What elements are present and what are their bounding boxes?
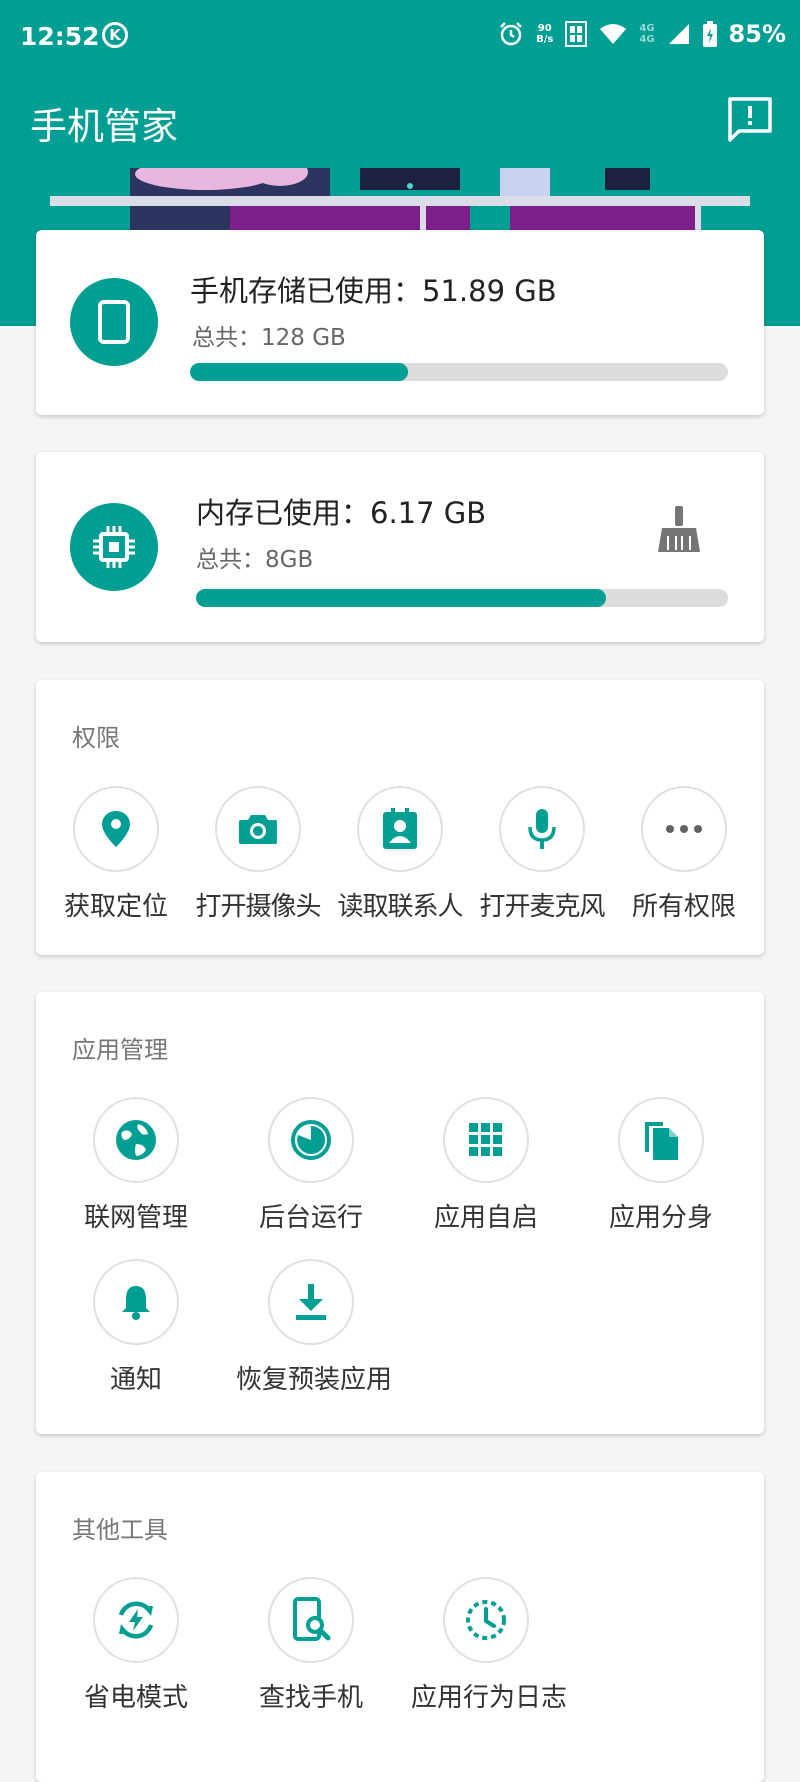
tool-find-phone[interactable]: 查找手机 bbox=[236, 1577, 386, 1714]
permission-contacts-label: 读取联系人 bbox=[337, 892, 463, 922]
storage-progress-fill bbox=[190, 363, 408, 381]
tool-find-phone-label: 查找手机 bbox=[258, 1683, 363, 1713]
copy-icon bbox=[645, 1122, 678, 1160]
memory-card[interactable]: 内存已使用：6.17 GB 总共：8GB bbox=[36, 452, 764, 642]
battery-icon bbox=[702, 21, 717, 47]
network-type: 4G 4G bbox=[639, 23, 655, 45]
clean-memory-button[interactable] bbox=[656, 504, 706, 554]
tool-activity-log-label: 应用行为日志 bbox=[411, 1683, 568, 1713]
status-time: 12:52 bbox=[20, 22, 100, 51]
feedback-button[interactable] bbox=[725, 95, 775, 145]
app-autostart[interactable]: 应用自启 bbox=[411, 1097, 561, 1234]
app-network-management[interactable]: 联网管理 bbox=[61, 1097, 211, 1234]
pie-icon bbox=[291, 1120, 331, 1160]
other-tools-title: 其他工具 bbox=[72, 1516, 168, 1544]
app-clone[interactable]: 应用分身 bbox=[586, 1097, 736, 1234]
chip-icon bbox=[93, 526, 135, 568]
memory-icon-circle bbox=[70, 503, 158, 591]
status-bar: 12:52 K 90 B/s 4G 4G 85% bbox=[0, 0, 800, 76]
storage-progress-bar bbox=[190, 363, 728, 381]
storage-card[interactable]: 手机存储已使用：51.89 GB 总共：128 GB bbox=[36, 230, 764, 415]
app-management-title: 应用管理 bbox=[72, 1036, 168, 1064]
memory-progress-bar bbox=[196, 589, 728, 607]
permission-location-label: 获取定位 bbox=[63, 892, 168, 922]
other-tools-card: 其他工具 省电模式 查找手机 应用行为日志 bbox=[36, 1472, 764, 1782]
permission-all[interactable]: 所有权限 bbox=[609, 786, 759, 923]
permission-camera-label: 打开摄像头 bbox=[195, 892, 321, 922]
permission-location[interactable]: 获取定位 bbox=[41, 786, 191, 923]
microphone-icon bbox=[528, 809, 556, 849]
permissions-card: 权限 获取定位 打开摄像头 读取联系人 打开麦克风 所有权限 bbox=[36, 680, 764, 955]
app-management-card: 应用管理 联网管理 后台运行 应用自启 应用分身 通知 恢复预装应用 bbox=[36, 992, 764, 1434]
feedback-icon bbox=[728, 97, 772, 142]
broom-icon bbox=[658, 506, 700, 552]
hd-icon bbox=[565, 21, 588, 47]
globe-icon bbox=[116, 1120, 156, 1160]
network-speed: 90 B/s bbox=[536, 23, 554, 45]
app-title: 手机管家 bbox=[30, 105, 178, 148]
app-background-label: 后台运行 bbox=[258, 1203, 363, 1233]
status-icons: 90 B/s 4G 4G 85% bbox=[498, 20, 786, 48]
battery-percent: 85% bbox=[728, 20, 786, 48]
location-icon bbox=[102, 811, 130, 847]
app-autostart-label: 应用自启 bbox=[433, 1203, 538, 1233]
memory-total-label: 总共：8GB bbox=[196, 547, 314, 573]
app-network-label: 联网管理 bbox=[83, 1203, 188, 1233]
permission-all-label: 所有权限 bbox=[631, 892, 736, 922]
k-badge-icon: K bbox=[102, 22, 128, 48]
signal-icon bbox=[668, 24, 689, 44]
storage-used-label: 手机存储已使用：51.89 GB bbox=[190, 274, 557, 308]
memory-progress-fill bbox=[196, 589, 607, 607]
phone-icon bbox=[98, 300, 130, 344]
app-clone-label: 应用分身 bbox=[608, 1203, 713, 1233]
battery-saver-icon bbox=[118, 1601, 154, 1639]
tool-battery-saver-label: 省电模式 bbox=[83, 1683, 188, 1713]
bell-icon bbox=[122, 1286, 150, 1320]
permission-microphone-label: 打开麦克风 bbox=[479, 892, 605, 922]
memory-used-label: 内存已使用：6.17 GB bbox=[196, 496, 487, 530]
permissions-title: 权限 bbox=[72, 724, 120, 752]
more-icon bbox=[666, 825, 702, 833]
grid-icon bbox=[469, 1123, 502, 1156]
app-background-running[interactable]: 后台运行 bbox=[236, 1097, 386, 1234]
permission-camera[interactable]: 打开摄像头 bbox=[183, 786, 333, 923]
tool-battery-saver[interactable]: 省电模式 bbox=[61, 1577, 211, 1714]
app-restore-preinstalled[interactable]: 恢复预装应用 bbox=[236, 1259, 393, 1396]
permission-microphone[interactable]: 打开麦克风 bbox=[467, 786, 617, 923]
app-notification[interactable]: 通知 bbox=[61, 1259, 211, 1396]
app-restore-label: 恢复预装应用 bbox=[236, 1365, 393, 1395]
app-notification-label: 通知 bbox=[109, 1365, 162, 1395]
header-illustration bbox=[50, 168, 750, 232]
storage-total-label: 总共：128 GB bbox=[192, 325, 346, 351]
tool-activity-log[interactable]: 应用行为日志 bbox=[411, 1577, 568, 1714]
permission-contacts[interactable]: 读取联系人 bbox=[325, 786, 475, 923]
camera-icon bbox=[239, 815, 277, 844]
contacts-icon bbox=[383, 808, 417, 849]
storage-icon-circle bbox=[70, 278, 158, 366]
activity-log-icon bbox=[466, 1600, 506, 1640]
alarm-icon bbox=[500, 22, 523, 46]
wifi-icon bbox=[600, 24, 627, 44]
find-phone-icon bbox=[293, 1597, 331, 1641]
download-icon bbox=[296, 1284, 326, 1320]
